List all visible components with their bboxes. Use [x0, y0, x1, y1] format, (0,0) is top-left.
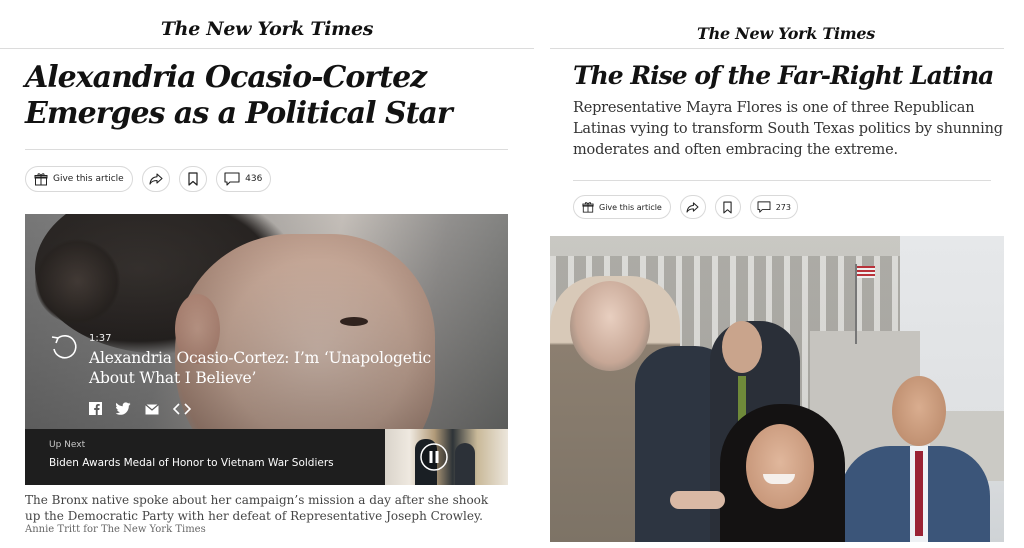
flag	[857, 266, 875, 278]
nyt-masthead-logo[interactable]: The New York Times	[0, 18, 534, 40]
bookmark-icon	[723, 201, 732, 214]
facebook-icon[interactable]	[89, 400, 102, 419]
article-summary: Representative Mayra Flores is one of th…	[573, 100, 1003, 158]
video-caption: The Bronx native spoke about her campaig…	[25, 493, 489, 523]
article-headline: The Rise of the Far-Right Latina	[573, 61, 994, 90]
comments-button[interactable]: 273	[749, 195, 798, 219]
gift-icon	[582, 201, 594, 213]
comment-count: 436	[245, 174, 263, 184]
comment-bubble-icon	[224, 172, 240, 186]
give-article-button[interactable]: Give this article	[25, 166, 133, 192]
right-article-panel: The New York Times The Rise of the Far-R…	[548, 0, 1024, 548]
summary-divider	[573, 180, 991, 181]
video-share-icons	[89, 400, 192, 419]
masthead-divider	[0, 48, 534, 49]
twitter-icon[interactable]	[115, 400, 131, 419]
gift-icon	[34, 172, 48, 186]
bookmark-icon	[188, 172, 198, 186]
headline-divider	[25, 149, 508, 150]
article-toolbar: Give this article 273	[573, 195, 798, 219]
article-toolbar: Give this article 436	[25, 166, 271, 192]
up-next-label: Up Next	[49, 440, 86, 450]
share-arrow-icon	[149, 173, 163, 185]
save-button[interactable]	[714, 195, 741, 219]
comments-button[interactable]: 436	[215, 166, 271, 192]
give-article-button[interactable]: Give this article	[573, 195, 671, 219]
share-button[interactable]	[141, 166, 170, 192]
comment-count: 273	[775, 202, 791, 212]
up-next-thumbnail[interactable]	[385, 429, 508, 485]
save-button[interactable]	[178, 166, 207, 192]
email-icon[interactable]	[145, 400, 159, 419]
nyt-masthead-logo[interactable]: The New York Times	[548, 24, 1024, 43]
up-next-title[interactable]: Biden Awards Medal of Honor to Vietnam W…	[49, 457, 334, 469]
left-article-panel: The New York Times Alexandria Ocasio-Cor…	[0, 0, 534, 548]
video-duration: 1:37	[89, 333, 112, 344]
give-article-label: Give this article	[53, 174, 124, 184]
video-player[interactable]: 1:37 Alexandria Ocasio-Cortez: I’m ‘Unap…	[25, 214, 508, 485]
share-arrow-icon	[686, 201, 699, 213]
comment-bubble-icon	[757, 201, 771, 213]
share-button[interactable]	[679, 195, 706, 219]
masthead-divider	[550, 48, 1004, 49]
pause-icon[interactable]	[419, 442, 449, 476]
video-title[interactable]: Alexandria Ocasio-Cortez: I’m ‘Unapologe…	[89, 348, 469, 388]
embed-icon[interactable]	[172, 400, 192, 419]
up-next-bar[interactable]: Up Next Biden Awards Medal of Honor to V…	[25, 429, 385, 485]
article-headline: Alexandria Ocasio-Cortez Emerges as a Po…	[25, 60, 453, 131]
give-article-label: Give this article	[599, 202, 662, 212]
article-lead-photo	[550, 236, 1004, 542]
photo-credit: Annie Tritt for The New York Times	[25, 524, 206, 535]
replay-icon[interactable]	[49, 332, 79, 366]
